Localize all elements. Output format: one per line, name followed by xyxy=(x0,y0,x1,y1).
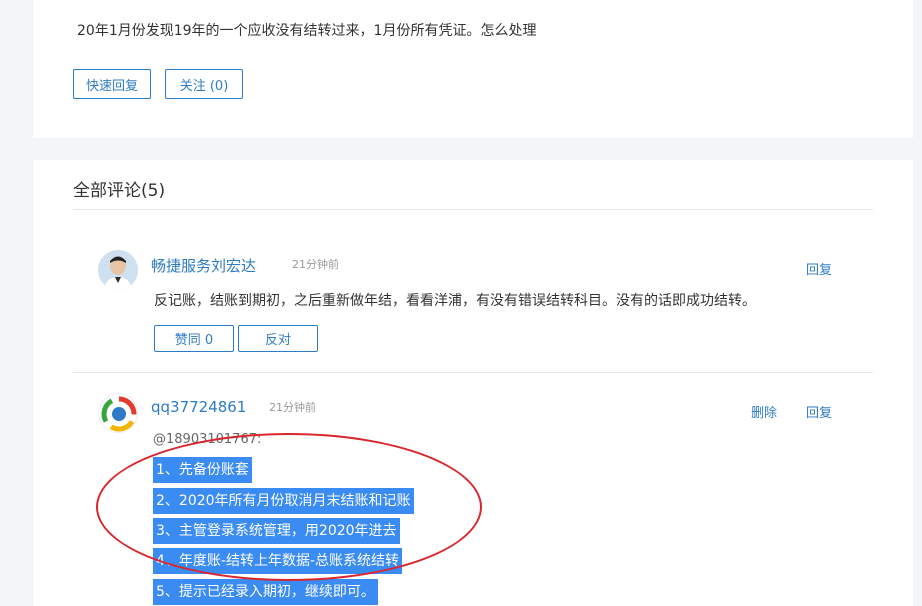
comment-time: 21分钟前 xyxy=(292,258,339,271)
reply-link[interactable]: 回复 xyxy=(806,402,832,421)
avatar[interactable] xyxy=(98,393,138,433)
reply-link[interactable]: 回复 xyxy=(806,259,832,278)
quick-reply-button[interactable]: 快速回复 xyxy=(73,69,151,99)
avatar[interactable] xyxy=(98,250,138,290)
selected-text-line: 1、先备份账套 xyxy=(153,457,252,483)
comment-username[interactable]: qq37724861 xyxy=(151,398,246,416)
divider xyxy=(73,209,873,210)
agree-button[interactable]: 赞同 0 xyxy=(154,325,234,352)
comment-text: 反记账，结账到期初，之后重新做年结，看看洋浦，有没有错误结转科目。没有的话即成功… xyxy=(154,293,756,309)
oppose-button[interactable]: 反对 xyxy=(238,325,318,352)
divider xyxy=(73,372,873,373)
follow-button[interactable]: 关注 (0) xyxy=(165,69,243,99)
comments-title: 全部评论(5) xyxy=(73,181,166,201)
selected-text-line: 3、主管登录系统管理，用2020年进去 xyxy=(153,518,400,544)
comment-username[interactable]: 畅捷服务刘宏达 xyxy=(151,255,256,276)
user-avatar-icon xyxy=(98,250,138,290)
selected-text-line: 4、年度账-结转上年数据-总账系统结转 xyxy=(153,548,403,574)
mention-text: @18903101767: xyxy=(153,432,262,447)
comments-card: 全部评论(5) 畅捷服务刘宏达 21分钟前 回复 反记账，结账到期初，之后重新做… xyxy=(33,160,913,606)
question-text: 20年1月份发现19年的一个应收没有结转过来，1月份所有凭证。怎么处理 xyxy=(77,23,537,39)
selected-text-line: 5、提示已经录入期初，继续即可。 xyxy=(153,579,378,605)
selected-text-line: 2、2020年所有月份取消月末结账和记账 xyxy=(153,488,414,514)
delete-link[interactable]: 删除 xyxy=(751,402,777,421)
question-card: 20年1月份发现19年的一个应收没有结转过来，1月份所有凭证。怎么处理 快速回复… xyxy=(33,0,913,138)
logo-avatar-icon xyxy=(101,396,137,432)
comment-time: 21分钟前 xyxy=(269,401,316,414)
